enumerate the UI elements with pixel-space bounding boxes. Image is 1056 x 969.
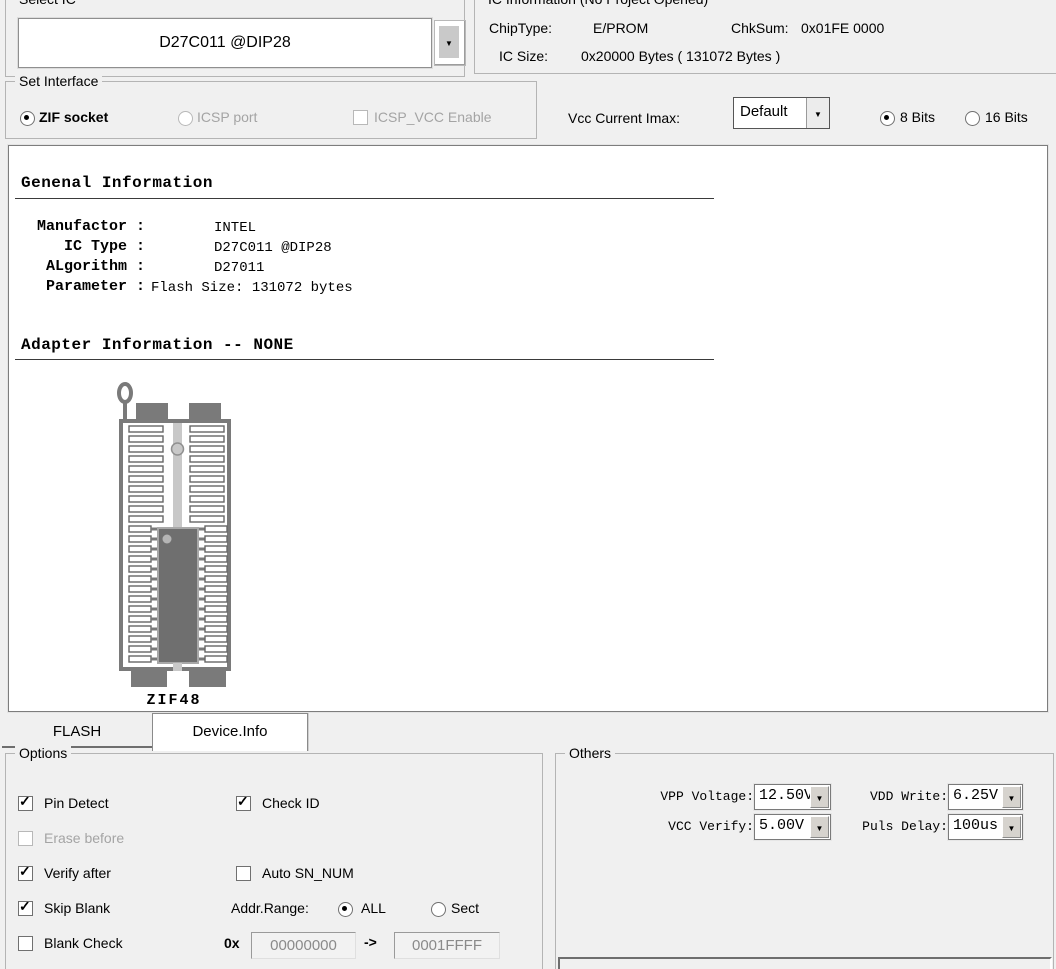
puls-delay-value: 100us <box>949 815 1003 837</box>
select-ic-group-label: Select IC <box>15 0 80 7</box>
address-start-field[interactable]: 00000000 <box>251 932 356 959</box>
ic-information-group: IC Information (No Project Opened) ChipT… <box>474 0 1056 74</box>
address-arrow-label: -> <box>364 934 377 950</box>
programmer-window: Select IC D27C011 @DIP28 IC Information … <box>0 0 1056 969</box>
divider <box>15 198 714 199</box>
options-group: Options Pin Detect Check ID Erase before… <box>5 753 543 969</box>
puls-delay-combo[interactable]: 100us <box>948 814 1023 840</box>
bits16-radio[interactable] <box>965 111 980 126</box>
others-group-label: Others <box>565 745 615 761</box>
socket-lever-icon <box>119 384 131 402</box>
ic-select-value: D27C011 @DIP28 <box>19 19 431 67</box>
vcc-current-imax-label: Vcc Current Imax: <box>568 110 680 126</box>
address-end-field[interactable]: 0001FFFF <box>394 932 500 959</box>
ic-type-label: IC Type : <box>15 238 145 255</box>
addr-range-sect-radio[interactable] <box>431 902 446 917</box>
bits8-label: 8 Bits <box>900 109 935 125</box>
addr-range-all-radio[interactable] <box>338 902 353 917</box>
socket-type-label: ZIF48 <box>109 692 239 709</box>
skip-blank-label: Skip Blank <box>44 900 110 916</box>
auto-sn-num-checkbox[interactable] <box>236 866 251 881</box>
icsp-vcc-label: ICSP_VCC Enable <box>374 109 492 125</box>
select-ic-group: Select IC D27C011 @DIP28 <box>5 0 465 77</box>
verify-after-checkbox[interactable] <box>18 866 33 881</box>
vcc-verify-value: 5.00V <box>755 815 811 837</box>
algorithm-value: D27011 <box>214 260 264 276</box>
options-group-label: Options <box>15 745 71 761</box>
icsp-port-radio[interactable] <box>178 111 193 126</box>
chevron-down-icon <box>1008 818 1016 836</box>
icsp-port-label: ICSP port <box>197 109 257 125</box>
parameter-value: Flash Size: 131072 bytes <box>151 280 353 296</box>
blank-check-label: Blank Check <box>44 935 123 951</box>
vcc-verify-label: VCC Verify: <box>616 819 754 834</box>
ic-type-value: D27C011 @DIP28 <box>214 240 332 256</box>
puls-delay-label: Puls Delay: <box>816 819 948 834</box>
ic-select-dropdown-button[interactable] <box>434 20 466 66</box>
divider <box>15 359 714 360</box>
skip-blank-checkbox[interactable] <box>18 901 33 916</box>
ic-size-value: 0x20000 Bytes ( 131072 Bytes ) <box>581 48 780 64</box>
vcc-current-imax-combo[interactable]: Default <box>733 97 830 129</box>
blank-check-checkbox[interactable] <box>18 936 33 951</box>
device-info-panel: Genenal Information Manufactor : INTEL I… <box>8 145 1048 712</box>
tab-flash[interactable]: FLASH <box>2 717 152 748</box>
vdd-write-label: VDD Write: <box>816 789 948 804</box>
bits8-radio[interactable] <box>880 111 895 126</box>
check-id-label: Check ID <box>262 795 320 811</box>
vdd-write-combo[interactable]: 6.25V <box>948 784 1023 810</box>
chevron-down-icon <box>814 104 822 122</box>
addr-range-all-label: ALL <box>361 900 386 916</box>
adapter-information-title: Adapter Information -- NONE <box>21 336 294 354</box>
addr-range-label: Addr.Range: <box>231 900 309 916</box>
chksum-label: ChkSum: <box>731 20 789 36</box>
ic-size-label: IC Size: <box>499 48 548 64</box>
zif-socket-label: ZIF socket <box>39 109 108 125</box>
chevron-down-icon <box>1008 788 1016 806</box>
manufactor-value: INTEL <box>214 220 256 236</box>
ic-select-combo[interactable]: D27C011 @DIP28 <box>18 18 432 68</box>
set-interface-group: Set Interface ZIF socket ICSP port ICSP_… <box>5 81 537 139</box>
bits16-label: 16 Bits <box>985 109 1028 125</box>
zif-socket-graphic <box>109 379 239 691</box>
pin-detect-checkbox[interactable] <box>18 796 33 811</box>
others-group: Others VPP Voltage: 12.50V VDD Write: 6.… <box>555 753 1054 969</box>
algorithm-label: ALgorithm : <box>15 258 145 275</box>
icsp-vcc-checkbox[interactable] <box>353 110 368 125</box>
auto-sn-num-label: Auto SN_NUM <box>262 865 354 881</box>
manufactor-label: Manufactor : <box>15 218 145 235</box>
check-id-checkbox[interactable] <box>236 796 251 811</box>
ic-information-group-label: IC Information (No Project Opened) <box>484 0 712 7</box>
verify-after-label: Verify after <box>44 865 111 881</box>
tab-device-info[interactable]: Device.Info <box>152 713 308 751</box>
chevron-down-icon <box>445 33 453 51</box>
vpp-voltage-value: 12.50V <box>755 785 811 807</box>
pin-detect-label: Pin Detect <box>44 795 109 811</box>
set-interface-group-label: Set Interface <box>15 73 102 89</box>
erase-before-label: Erase before <box>44 830 124 846</box>
erase-before-checkbox[interactable] <box>18 831 33 846</box>
zif-socket-radio[interactable] <box>20 111 35 126</box>
others-status-box <box>558 957 1052 969</box>
parameter-label: Parameter : <box>15 278 145 295</box>
addr-range-sect-label: Sect <box>451 900 479 916</box>
chip-type-label: ChipType: <box>489 20 552 36</box>
chip-type-value: E/PROM <box>593 20 648 36</box>
vpp-voltage-label: VPP Voltage: <box>616 789 754 804</box>
general-information-title: Genenal Information <box>21 174 213 192</box>
vdd-write-value: 6.25V <box>949 785 1003 807</box>
address-prefix-label: 0x <box>224 935 240 951</box>
chksum-value: 0x01FE 0000 <box>801 20 884 36</box>
